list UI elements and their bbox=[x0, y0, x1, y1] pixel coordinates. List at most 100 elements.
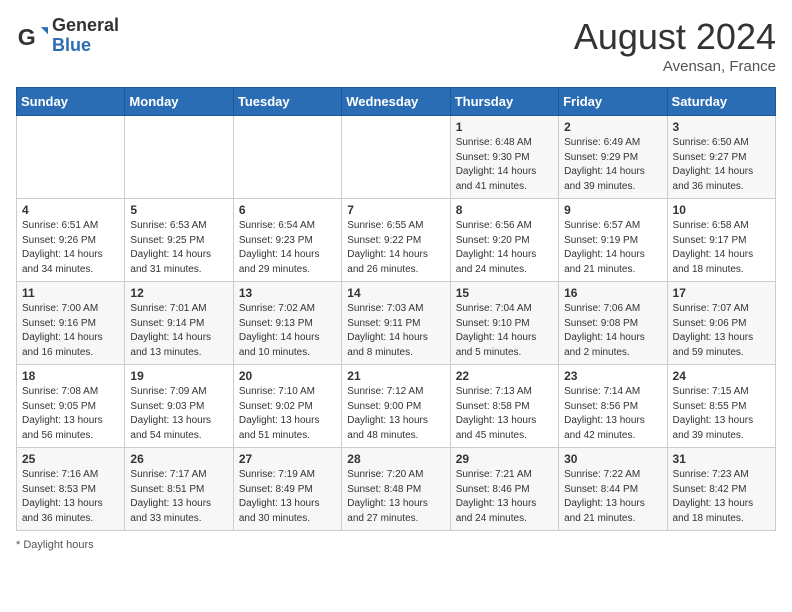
calendar-cell bbox=[17, 116, 125, 199]
day-number: 28 bbox=[347, 452, 444, 466]
calendar-cell: 3Sunrise: 6:50 AM Sunset: 9:27 PM Daylig… bbox=[667, 116, 775, 199]
calendar-cell: 14 Sunrise: 7:03 AM Sunset: 9:11 PM Dayli… bbox=[342, 282, 450, 365]
calendar-cell: 27Sunrise: 7:19 AM Sunset: 8:49 PM Dayli… bbox=[233, 448, 341, 531]
calendar-cell: 7 Sunrise: 6:55 AM Sunset: 9:22 PM Daylig… bbox=[342, 199, 450, 282]
calendar-week-row: 25 Sunrise: 7:16 AM Sunset: 8:53 PM Dayli… bbox=[17, 448, 776, 531]
calendar-cell: 5 Sunrise: 6:53 AM Sunset: 9:25 PM Daylig… bbox=[125, 199, 233, 282]
calendar-week-row: 18 Sunrise: 7:08 AM Sunset: 9:05 PM Dayli… bbox=[17, 365, 776, 448]
calendar-cell: 12 Sunrise: 7:01 AM Sunset: 9:14 PM Dayli… bbox=[125, 282, 233, 365]
day-info: Sunrise: 7:22 AM Sunset: 8:44 PM Dayligh… bbox=[564, 468, 661, 526]
calendar-cell: 26 Sunrise: 7:17 AM Sunset: 8:51 PM Dayli… bbox=[125, 448, 233, 531]
logo-icon: G bbox=[16, 20, 48, 52]
day-number: 8 bbox=[456, 203, 553, 217]
calendar-cell: 2 Sunrise: 6:49 AM Sunset: 9:29 PM Daylig… bbox=[559, 116, 667, 199]
day-number: 2 bbox=[564, 120, 661, 134]
day-number: 19 bbox=[130, 369, 227, 383]
day-info: Sunrise: 7:14 AM Sunset: 8:56 PM Dayligh… bbox=[564, 385, 661, 443]
daylight-note: Daylight hours bbox=[23, 539, 93, 551]
day-number: 20 bbox=[239, 369, 336, 383]
calendar-cell: 21Sunrise: 7:12 AM Sunset: 9:00 PM Dayli… bbox=[342, 365, 450, 448]
calendar-cell: 9Sunrise: 6:57 AM Sunset: 9:19 PM Daylig… bbox=[559, 199, 667, 282]
day-info: Sunrise: 7:04 AM Sunset: 9:10 PM Dayligh… bbox=[456, 302, 553, 360]
day-number: 23 bbox=[564, 369, 661, 383]
day-number: 29 bbox=[456, 452, 553, 466]
calendar-cell: 30 Sunrise: 7:22 AM Sunset: 8:44 PM Dayli… bbox=[559, 448, 667, 531]
day-info: Sunrise: 6:51 AM Sunset: 9:26 PM Dayligh… bbox=[22, 219, 119, 277]
calendar-cell: 25 Sunrise: 7:16 AM Sunset: 8:53 PM Dayli… bbox=[17, 448, 125, 531]
day-info: Sunrise: 7:21 AM Sunset: 8:46 PM Dayligh… bbox=[456, 468, 553, 526]
day-number: 5 bbox=[130, 203, 227, 217]
day-number: 10 bbox=[673, 203, 770, 217]
calendar-week-row: 1Sunrise: 6:48 AM Sunset: 9:30 PM Daylig… bbox=[17, 116, 776, 199]
calendar-cell: 18 Sunrise: 7:08 AM Sunset: 9:05 PM Dayli… bbox=[17, 365, 125, 448]
day-info: Sunrise: 7:15 AM Sunset: 8:55 PM Dayligh… bbox=[673, 385, 770, 443]
day-number: 15 bbox=[456, 286, 553, 300]
day-info: Sunrise: 7:23 AM Sunset: 8:42 PM Dayligh… bbox=[673, 468, 770, 526]
calendar-cell: 6 Sunrise: 6:54 AM Sunset: 9:23 PM Daylig… bbox=[233, 199, 341, 282]
month-title: August 2024 bbox=[574, 16, 776, 58]
day-info: Sunrise: 6:48 AM Sunset: 9:30 PM Dayligh… bbox=[456, 136, 553, 194]
calendar-cell: 28 Sunrise: 7:20 AM Sunset: 8:48 PM Dayli… bbox=[342, 448, 450, 531]
logo-blue-text: Blue bbox=[52, 36, 119, 56]
day-number: 12 bbox=[130, 286, 227, 300]
col-header-tuesday: Tuesday bbox=[233, 88, 341, 116]
day-number: 11 bbox=[22, 286, 119, 300]
day-number: 25 bbox=[22, 452, 119, 466]
calendar-cell: 15 Sunrise: 7:04 AM Sunset: 9:10 PM Dayli… bbox=[450, 282, 558, 365]
calendar-cell: 11 Sunrise: 7:00 AM Sunset: 9:16 PM Dayli… bbox=[17, 282, 125, 365]
location: Avensan, France bbox=[574, 58, 776, 75]
day-info: Sunrise: 6:53 AM Sunset: 9:25 PM Dayligh… bbox=[130, 219, 227, 277]
day-info: Sunrise: 6:54 AM Sunset: 9:23 PM Dayligh… bbox=[239, 219, 336, 277]
calendar-cell: 22Sunrise: 7:13 AM Sunset: 8:58 PM Dayli… bbox=[450, 365, 558, 448]
day-info: Sunrise: 7:10 AM Sunset: 9:02 PM Dayligh… bbox=[239, 385, 336, 443]
logo-text: General Blue bbox=[52, 16, 119, 56]
day-number: 21 bbox=[347, 369, 444, 383]
calendar-cell: 1Sunrise: 6:48 AM Sunset: 9:30 PM Daylig… bbox=[450, 116, 558, 199]
day-info: Sunrise: 7:08 AM Sunset: 9:05 PM Dayligh… bbox=[22, 385, 119, 443]
day-info: Sunrise: 7:03 AM Sunset: 9:11 PM Dayligh… bbox=[347, 302, 444, 360]
col-header-wednesday: Wednesday bbox=[342, 88, 450, 116]
calendar-table: SundayMondayTuesdayWednesdayThursdayFrid… bbox=[16, 87, 776, 531]
day-info: Sunrise: 7:20 AM Sunset: 8:48 PM Dayligh… bbox=[347, 468, 444, 526]
day-number: 7 bbox=[347, 203, 444, 217]
day-number: 26 bbox=[130, 452, 227, 466]
logo-general-text: General bbox=[52, 16, 119, 36]
calendar-week-row: 4 Sunrise: 6:51 AM Sunset: 9:26 PM Daylig… bbox=[17, 199, 776, 282]
day-info: Sunrise: 6:49 AM Sunset: 9:29 PM Dayligh… bbox=[564, 136, 661, 194]
footer-note: * Daylight hours bbox=[16, 539, 776, 551]
calendar-cell: 20 Sunrise: 7:10 AM Sunset: 9:02 PM Dayli… bbox=[233, 365, 341, 448]
day-info: Sunrise: 7:17 AM Sunset: 8:51 PM Dayligh… bbox=[130, 468, 227, 526]
day-number: 27 bbox=[239, 452, 336, 466]
col-header-monday: Monday bbox=[125, 88, 233, 116]
day-number: 3 bbox=[673, 120, 770, 134]
day-number: 31 bbox=[673, 452, 770, 466]
calendar-cell: 24Sunrise: 7:15 AM Sunset: 8:55 PM Dayli… bbox=[667, 365, 775, 448]
page-header: G General Blue August 2024 Avensan, Fran… bbox=[16, 16, 776, 75]
day-info: Sunrise: 7:07 AM Sunset: 9:06 PM Dayligh… bbox=[673, 302, 770, 360]
day-info: Sunrise: 7:00 AM Sunset: 9:16 PM Dayligh… bbox=[22, 302, 119, 360]
calendar-cell: 16Sunrise: 7:06 AM Sunset: 9:08 PM Dayli… bbox=[559, 282, 667, 365]
day-number: 14 bbox=[347, 286, 444, 300]
day-info: Sunrise: 6:55 AM Sunset: 9:22 PM Dayligh… bbox=[347, 219, 444, 277]
day-number: 4 bbox=[22, 203, 119, 217]
title-block: August 2024 Avensan, France bbox=[574, 16, 776, 75]
day-info: Sunrise: 7:01 AM Sunset: 9:14 PM Dayligh… bbox=[130, 302, 227, 360]
day-info: Sunrise: 6:56 AM Sunset: 9:20 PM Dayligh… bbox=[456, 219, 553, 277]
col-header-sunday: Sunday bbox=[17, 88, 125, 116]
calendar-cell: 23 Sunrise: 7:14 AM Sunset: 8:56 PM Dayli… bbox=[559, 365, 667, 448]
day-info: Sunrise: 7:16 AM Sunset: 8:53 PM Dayligh… bbox=[22, 468, 119, 526]
col-header-friday: Friday bbox=[559, 88, 667, 116]
col-header-saturday: Saturday bbox=[667, 88, 775, 116]
day-info: Sunrise: 6:58 AM Sunset: 9:17 PM Dayligh… bbox=[673, 219, 770, 277]
day-number: 30 bbox=[564, 452, 661, 466]
day-number: 18 bbox=[22, 369, 119, 383]
calendar-cell: 13Sunrise: 7:02 AM Sunset: 9:13 PM Dayli… bbox=[233, 282, 341, 365]
calendar-cell bbox=[342, 116, 450, 199]
day-info: Sunrise: 7:06 AM Sunset: 9:08 PM Dayligh… bbox=[564, 302, 661, 360]
calendar-cell: 8 Sunrise: 6:56 AM Sunset: 9:20 PM Daylig… bbox=[450, 199, 558, 282]
day-number: 22 bbox=[456, 369, 553, 383]
calendar-cell: 10 Sunrise: 6:58 AM Sunset: 9:17 PM Dayli… bbox=[667, 199, 775, 282]
day-number: 6 bbox=[239, 203, 336, 217]
day-number: 13 bbox=[239, 286, 336, 300]
calendar-cell: 29 Sunrise: 7:21 AM Sunset: 8:46 PM Dayli… bbox=[450, 448, 558, 531]
